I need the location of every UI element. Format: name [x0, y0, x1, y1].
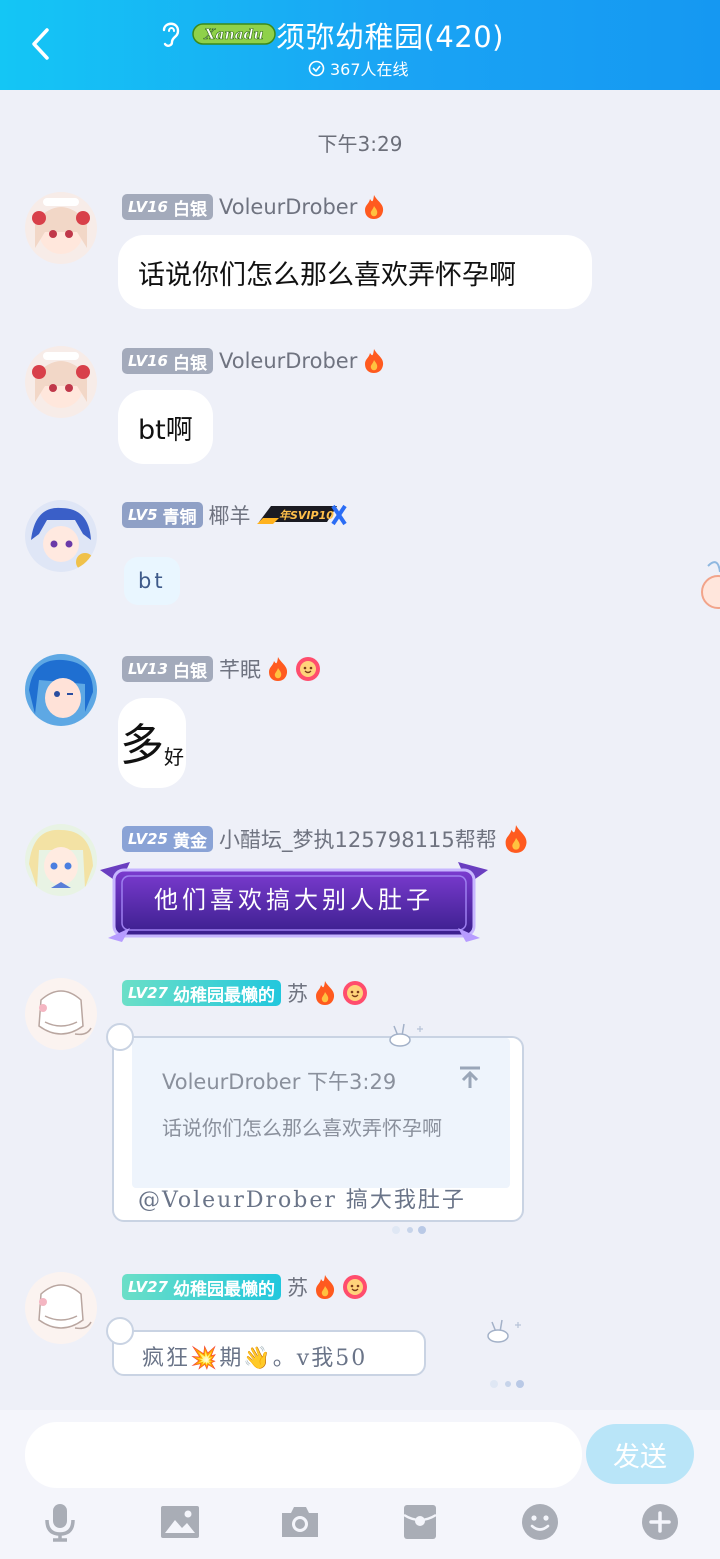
avatar[interactable] — [25, 978, 97, 1050]
level-badge: LV16 白银 — [122, 348, 213, 374]
message-bubble[interactable]: bt — [124, 557, 180, 605]
camera-icon — [282, 1507, 318, 1537]
level-badge: LV27 幼稚园最懒的 — [122, 1274, 281, 1300]
fire-icon — [315, 981, 335, 1005]
message-input[interactable] — [25, 1422, 582, 1488]
message-meta: LV16 白银 VoleurDrober — [122, 347, 385, 375]
chevron-left-icon — [32, 28, 49, 60]
online-count[interactable]: 367人在线 — [308, 56, 409, 80]
fire-icon — [315, 1275, 335, 1299]
group-title: 须弥幼稚园(420) — [276, 20, 504, 54]
avatar[interactable] — [25, 500, 97, 572]
flower-icon — [342, 1275, 367, 1299]
avatar[interactable] — [25, 192, 97, 264]
username[interactable]: 苏 — [287, 978, 308, 1008]
check-circle-icon — [308, 60, 325, 76]
message-meta: LV5 青铜 椰羊 年SVIP10 — [122, 501, 347, 529]
svg-text:年SVIP10: 年SVIP10 — [279, 509, 334, 522]
message-meta: LV16 白银 VoleurDrober — [122, 193, 385, 221]
username[interactable]: 小醋坛_梦执125798115帮帮 — [219, 824, 497, 854]
avatar[interactable] — [25, 346, 97, 418]
quote-block[interactable]: VoleurDrober 下午3:29 话说你们怎么那么喜欢弄怀孕啊 — [132, 1038, 510, 1188]
message-text: @VoleurDrober 搞大我肚子 — [138, 1188, 466, 1213]
username[interactable]: 椰羊 — [209, 500, 251, 530]
avatar[interactable] — [25, 654, 97, 726]
message-text-big: 多 — [120, 720, 164, 771]
chat-header: Xanadu 须弥幼稚园(420) 367人在线 — [0, 0, 720, 90]
flower-icon — [342, 981, 367, 1005]
level-badge: LV16 白银 — [122, 194, 213, 220]
emoji-button[interactable] — [520, 1502, 560, 1542]
image-icon — [161, 1506, 199, 1538]
fire-icon — [505, 825, 527, 853]
message-bubble[interactable]: 话说你们怎么那么喜欢弄怀孕啊 — [118, 235, 592, 309]
quote-time: 下午3:29 — [307, 1070, 397, 1094]
jump-to-top-icon[interactable] — [458, 1066, 482, 1090]
level-badge: LV25 黄金 — [122, 826, 213, 852]
image-button[interactable] — [160, 1502, 200, 1542]
red-packet-button[interactable] — [400, 1502, 440, 1542]
level-badge: LV5 青铜 — [122, 502, 203, 528]
message-bubble[interactable]: 疯狂💥期👋。v我50 — [112, 1330, 426, 1376]
plus-icon — [642, 1504, 678, 1540]
message-meta: LV13 白银 芊眠 — [122, 655, 321, 683]
username[interactable]: 芊眠 — [219, 654, 261, 684]
message-bubble[interactable]: 多 好 — [118, 698, 186, 788]
mic-icon — [45, 1504, 75, 1542]
quote-text: 话说你们怎么那么喜欢弄怀孕啊 — [162, 1116, 442, 1140]
level-badge: LV13 白银 — [122, 656, 213, 682]
message-text-small: 好 — [164, 745, 184, 769]
bubble-dot-decoration — [106, 1023, 134, 1051]
username[interactable]: VoleurDrober — [219, 349, 357, 373]
quote-author: VoleurDrober — [162, 1070, 301, 1094]
message-meta: LV25 黄金 小醋坛_梦执125798115帮帮 — [122, 825, 529, 853]
hearts-decoration — [490, 1380, 524, 1388]
username[interactable]: VoleurDrober — [219, 195, 357, 219]
message-meta: LV27 幼稚园最懒的 苏 — [122, 979, 368, 1007]
avatar[interactable] — [25, 1272, 97, 1344]
username[interactable]: 苏 — [287, 1272, 308, 1302]
svg-text:Xanadu: Xanadu — [203, 27, 263, 43]
emoji-icon — [522, 1504, 558, 1540]
message-text: 疯狂💥期👋。v我50 — [142, 1346, 368, 1371]
message-bubble[interactable]: bt啊 — [118, 390, 213, 464]
fire-icon — [365, 349, 384, 373]
svip-badge: 年SVIP10 — [256, 504, 347, 526]
more-button[interactable] — [640, 1502, 680, 1542]
fire-icon — [365, 195, 384, 219]
input-bar: 发送 — [0, 1410, 720, 1559]
message-bubble[interactable]: VoleurDrober 下午3:29 话说你们怎么那么喜欢弄怀孕啊 @Vole… — [112, 1036, 524, 1222]
hearts-decoration — [392, 1226, 426, 1234]
ear-icon[interactable] — [156, 18, 186, 50]
bunny-decoration — [487, 1319, 521, 1343]
bubble-dot-decoration — [106, 1317, 134, 1345]
message-meta: LV27 幼稚园最懒的 苏 — [122, 1273, 368, 1301]
camera-button[interactable] — [280, 1502, 320, 1542]
bunny-decoration — [389, 1023, 423, 1047]
group-logo: Xanadu — [192, 23, 276, 45]
send-button[interactable]: 发送 — [586, 1424, 694, 1484]
fire-icon — [268, 657, 288, 681]
mic-button[interactable] — [40, 1502, 80, 1542]
back-button[interactable] — [20, 22, 60, 66]
flower-icon — [295, 657, 320, 681]
message-text: 他们喜欢搞大别人肚子 — [154, 886, 434, 914]
avatar[interactable] — [25, 824, 97, 896]
online-text: 367人在线 — [330, 60, 409, 79]
red-packet-icon — [403, 1505, 437, 1539]
time-separator: 下午3:29 — [317, 132, 403, 156]
level-badge: LV27 幼稚园最懒的 — [122, 980, 281, 1006]
sticker-decoration — [701, 561, 720, 609]
quote-header: VoleurDrober 下午3:29 — [162, 1066, 396, 1096]
fancy-bubble[interactable]: 他们喜欢搞大别人肚子 — [100, 858, 488, 944]
